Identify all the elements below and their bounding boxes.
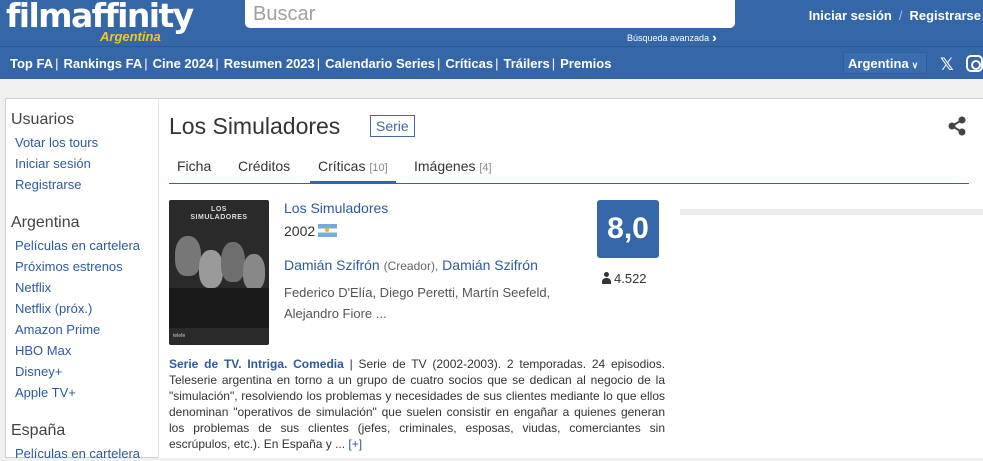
nav-separator: | [144,56,148,71]
poster-title: LOS SIMULADORES [169,206,269,222]
vote-count-value: 4.522 [614,271,647,286]
director-role: (Creador), [383,259,439,273]
sidebar-section-usuarios: Usuarios [11,111,75,128]
nav-separator: | [316,56,321,71]
sidebar-item-registrarse[interactable]: Registrarse [15,177,81,192]
sidebar-item-espana-cartelera[interactable]: Películas en cartelera [15,446,140,461]
advanced-search-label[interactable]: Búsqueda avanzada [627,33,709,43]
section-tabs: Ficha Créditos Críticas [10] Imágenes [4… [169,158,969,184]
share-icon[interactable] [947,116,967,141]
sidebar-item-proximos-estrenos[interactable]: Próximos estrenos [15,259,123,274]
country-selector-label: Argentina [848,56,909,71]
tab-criticas[interactable]: Críticas [10] [310,158,396,184]
sidebar-item-iniciar-sesion[interactable]: Iniciar sesión [15,156,91,171]
vote-count[interactable]: 4.522 [602,271,647,286]
director-link[interactable]: Damián Szifrón [284,257,380,273]
poster-image[interactable]: LOS SIMULADORES telefe [169,200,269,345]
cast-line-1: Federico D'Elía, Diego Peretti, Martín S… [284,285,551,300]
top-header: filmaffinity Argentina Búsqueda avanzada… [0,0,983,46]
site-logo-country: Argentina [100,29,161,44]
tab-label: Créditos [238,158,291,174]
sidebar: Usuarios Votar los tours Iniciar sesión … [5,98,158,461]
cast-line-2: Alejandro Fiore ... [284,306,387,321]
poster-shadow [169,288,269,328]
sidebar-item-apple-tv[interactable]: Apple TV+ [15,385,76,400]
poster-title-line1: LOS [211,206,227,213]
nav-menu: Top FA | Rankings FA | Cine 2024 | Resumen 202… [10,56,611,71]
main-nav: Top FA | Rankings FA | Cine 2024 | Resumen 202… [0,46,983,79]
auth-separator: / [898,8,903,23]
poster-face [243,254,265,290]
nav-item-calendario-series[interactable]: Calendario Series [325,56,435,71]
synopsis: Serie de TV. Intriga. Comedia | Serie de… [169,357,666,451]
genre-link[interactable]: Intriga [247,357,284,371]
tab-imagenes[interactable]: Imágenes [4] [406,158,500,184]
genre-link[interactable]: Serie de TV [169,357,238,371]
main-content: Los Simuladores Serie Ficha Créditos Crí… [158,98,983,458]
nav-separator: | [437,56,441,71]
sidebar-item-amazon-prime[interactable]: Amazon Prime [15,322,100,337]
tab-count: [10] [369,162,388,174]
sidebar-item-cartelera[interactable]: Películas en cartelera [15,238,140,253]
advanced-search-link[interactable]: Búsqueda avanzada ›› [627,29,715,45]
tab-count: [4] [479,162,492,174]
search-box[interactable] [245,0,735,28]
type-badge: Serie [370,115,415,137]
poster-title-line2: SIMULADORES [190,214,248,221]
register-link[interactable]: Registrarse [909,8,981,23]
sidebar-section-espana: España [11,422,66,439]
nav-separator: | [495,56,499,71]
tab-creditos[interactable]: Créditos [230,158,298,184]
nav-item-rankings-fa[interactable]: Rankings FA [63,56,142,71]
poster-face [199,250,223,288]
tab-label: Imágenes [414,158,476,174]
nav-item-trailers[interactable]: Tráilers [503,56,549,71]
argentina-flag-icon [318,224,338,237]
double-chevron-right-icon: ›› [712,30,715,45]
sidebar-item-votar-tours[interactable]: Votar los tours [15,135,98,150]
sidebar-item-netflix-prox[interactable]: Netflix (próx.) [15,301,92,316]
year: 2002 [284,223,316,239]
search-input[interactable] [245,0,735,28]
more-link[interactable]: [+] [348,437,362,451]
original-title[interactable]: Los Simuladores [284,200,388,216]
ad-placeholder [680,209,983,215]
login-link[interactable]: Iniciar sesión [809,8,892,23]
sidebar-section-argentina: Argentina [11,214,80,231]
tab-label: Ficha [177,158,212,174]
nav-item-criticas[interactable]: Críticas [445,56,493,71]
creators-row: Damián Szifrón (Creador), Damián Szifrón [284,257,538,273]
tab-label: Críticas [318,158,366,174]
sidebar-item-hbo-max[interactable]: HBO Max [15,343,71,358]
synopsis-text: | Serie de TV (2002-2003). 2 temporadas.… [169,357,666,451]
nav-item-cine-2024[interactable]: Cine 2024 [153,56,214,71]
page-title: Los Simuladores [169,113,341,139]
country-selector[interactable]: Argentina ∨ [843,52,927,74]
poster-face [221,242,245,282]
genre-link[interactable]: Comedia [293,357,344,371]
nav-item-premios[interactable]: Premios [560,56,611,71]
poster-footer: telefe [173,333,186,339]
sidebar-item-netflix[interactable]: Netflix [15,280,51,295]
x-social-icon[interactable]: 𝕏 [940,55,954,75]
writer-link[interactable]: Damián Szifrón [442,257,538,273]
tab-ficha[interactable]: Ficha [169,158,219,184]
auth-links: Iniciar sesión / Registrarse [809,8,981,23]
poster-face [175,236,201,276]
year-row: 2002 [284,223,338,239]
nav-separator: | [215,56,219,71]
instagram-icon[interactable] [966,55,983,72]
sidebar-item-disney-plus[interactable]: Disney+ [15,364,62,379]
chevron-down-icon: ∨ [911,60,919,70]
nav-item-top-fa[interactable]: Top FA [10,56,53,71]
person-icon [602,272,611,284]
nav-separator: | [55,56,59,71]
nav-item-resumen-2023[interactable]: Resumen 2023 [224,56,315,71]
rating-box: 8,0 [597,200,659,258]
nav-separator: | [551,56,556,71]
